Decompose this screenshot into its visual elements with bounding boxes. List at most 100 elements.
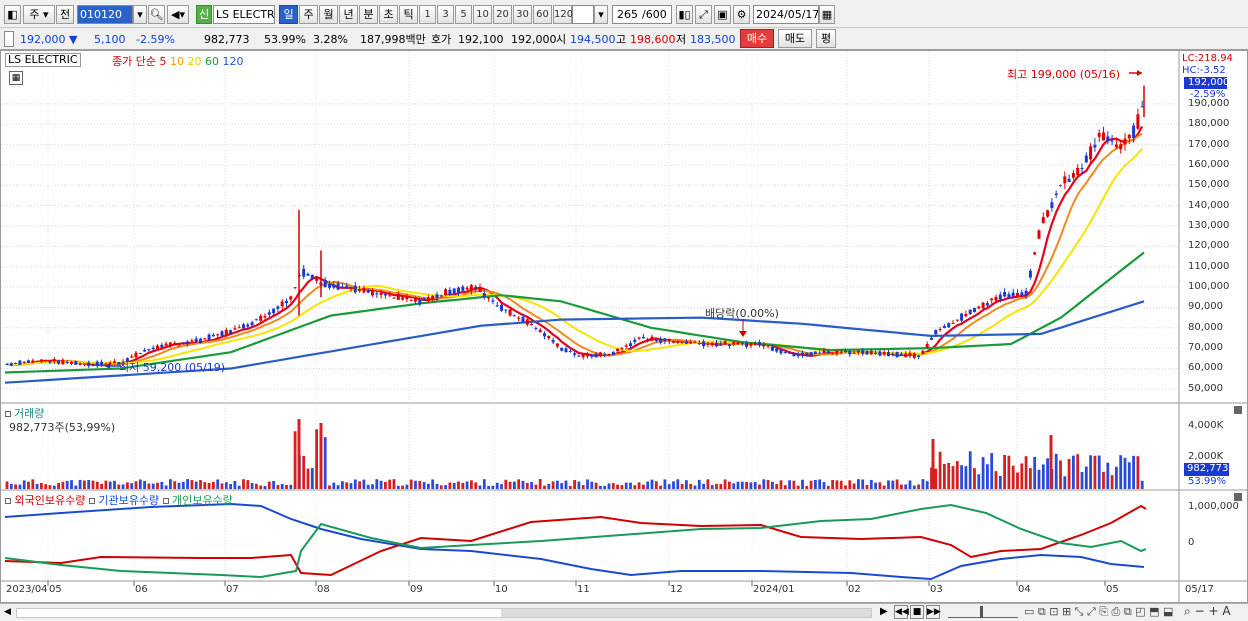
candle-body (207, 334, 211, 341)
volume-bar (379, 480, 383, 489)
zoom-slider-handle[interactable] (980, 606, 983, 618)
holdings-legend[interactable]: 외국인보유수량 기관보유수량 개인보유수량 (5, 492, 233, 508)
zoom-slider[interactable] (948, 606, 1018, 618)
scroll-left-icon[interactable]: ◀ (4, 607, 11, 617)
chart-canvas[interactable] (1, 51, 1247, 602)
candle-body (401, 297, 405, 300)
interval-30-button[interactable]: 30 (513, 5, 532, 24)
volume-bar (848, 480, 852, 489)
market-select[interactable]: 주 ▾ (23, 5, 55, 24)
candle-body (715, 342, 718, 347)
period-second-tab[interactable]: 초 (379, 5, 398, 24)
search-icon[interactable]: 🔍︎ (148, 5, 165, 24)
interval-1-button[interactable]: 1 (419, 5, 436, 24)
period-tick-tab[interactable]: 틱 (399, 5, 418, 24)
zoom-out-icon[interactable]: − (1195, 604, 1205, 618)
interval-120-button[interactable]: 120 (553, 5, 573, 24)
volume-bar (27, 481, 30, 489)
volume-bar (839, 480, 843, 489)
stock-code-input[interactable]: 010120 (77, 5, 133, 24)
period-month-tab[interactable]: 월 (319, 5, 338, 24)
table-view-icon[interactable]: ▦ (9, 71, 23, 85)
volume-bar (629, 482, 632, 489)
interval-60-button[interactable]: 60 (533, 5, 552, 24)
window-menu-icon[interactable]: ◧ (4, 5, 21, 24)
buy-button[interactable]: 매수 (740, 29, 774, 48)
candle-body (272, 308, 276, 314)
volume-bar (362, 479, 366, 489)
candle-body (276, 306, 280, 309)
candle-body (727, 344, 731, 346)
period-day-tab[interactable]: 일 (279, 5, 298, 24)
volume-bar (384, 481, 387, 489)
volume-bar (745, 481, 748, 489)
candle-icon[interactable]: ▮▯ (676, 5, 693, 24)
interval-5-button[interactable]: 5 (455, 5, 472, 24)
date-input[interactable]: 2024/05/17 (753, 5, 819, 24)
volume-bar (1046, 458, 1049, 489)
scroll-thumb[interactable] (501, 609, 871, 617)
volume-bar (250, 483, 254, 489)
holdings-panel-close-icon[interactable] (1234, 493, 1242, 501)
ma-legend[interactable]: 종가 단순 5 10 20 60 120 (112, 53, 243, 69)
settings-gear-icon[interactable]: ⚙ (733, 5, 750, 24)
collapse-box-icon (5, 498, 11, 504)
bottom-tool-icons[interactable]: ▭ ⧉ ⊡ ⊞ ⤡ ⤢ ⎘ ⎙ ⧉ ◰ ⬒ ⬓ (1024, 605, 1173, 619)
volume-bar (814, 479, 817, 489)
scroll-right-icon[interactable]: ▶ (880, 606, 888, 617)
save-icon[interactable]: ▣ (714, 5, 731, 24)
volume-bar (753, 481, 757, 489)
price-panel-title[interactable]: LS ELECTRIC (5, 53, 81, 67)
eval-button[interactable]: 평 (816, 29, 836, 48)
candle-body (1123, 138, 1127, 145)
candle-body (113, 361, 116, 364)
candle-body (887, 352, 890, 357)
candle-body (551, 339, 555, 343)
volume-bar (551, 481, 555, 489)
interval-dropdown-icon[interactable]: ▾ (594, 5, 608, 24)
candle-body (353, 285, 357, 293)
period-minute-tab[interactable]: 분 (359, 5, 378, 24)
period-year-tab[interactable]: 년 (339, 5, 358, 24)
chart-area[interactable]: LS ELECTRIC 종가 단순 5 10 20 60 120 ▦ 최고 19… (0, 50, 1248, 603)
sell-button[interactable]: 매도 (778, 29, 812, 48)
interval-3-button[interactable]: 3 (437, 5, 454, 24)
candle-body (82, 363, 86, 365)
candle-body (418, 299, 422, 305)
volume-bar (603, 485, 607, 489)
scroll-track[interactable] (16, 608, 872, 618)
candle-body (186, 341, 190, 344)
volume-bar (349, 483, 353, 489)
candle-body (254, 319, 258, 321)
count-input[interactable]: 265 (612, 5, 640, 24)
candle-body (478, 287, 482, 292)
interval-10-button[interactable]: 10 (473, 5, 492, 24)
candlestick-series (5, 85, 1145, 369)
candle-body (70, 361, 73, 364)
code-dropdown-icon[interactable]: ▾ (133, 5, 147, 24)
volume-bar (83, 480, 86, 489)
period-week-tab[interactable]: 주 (299, 5, 318, 24)
volume-bar (246, 480, 250, 489)
volume-bar (964, 466, 968, 489)
fast-forward-icon[interactable]: ▶▶ (926, 605, 941, 619)
speaker-icon[interactable]: ◀▾ (167, 5, 189, 24)
zoom-in-icon[interactable]: + (1208, 604, 1218, 618)
volume-bar (465, 481, 469, 489)
candle-body (366, 290, 370, 293)
font-size-icon[interactable]: A (1222, 604, 1230, 618)
interval-custom-input[interactable] (572, 5, 594, 24)
volume-bar (921, 479, 925, 489)
volume-bar (904, 484, 908, 489)
calendar-icon[interactable]: ▦ (819, 5, 835, 24)
zoom-search-icon[interactable]: ⌕ (1184, 604, 1191, 618)
interval-20-button[interactable]: 20 (493, 5, 512, 24)
rewind-icon[interactable]: ◀◀ (894, 605, 909, 619)
quote-toggle-icon[interactable] (4, 31, 14, 47)
volume-panel-close-icon[interactable] (1234, 406, 1242, 414)
zoom-tools[interactable]: ⌕ − + A (1184, 604, 1231, 619)
drawing-tool-icon[interactable]: ⤢ (695, 5, 712, 24)
candle-body (753, 343, 757, 345)
all-button[interactable]: 전 (56, 5, 74, 24)
stop-icon[interactable]: ■ (910, 605, 924, 619)
